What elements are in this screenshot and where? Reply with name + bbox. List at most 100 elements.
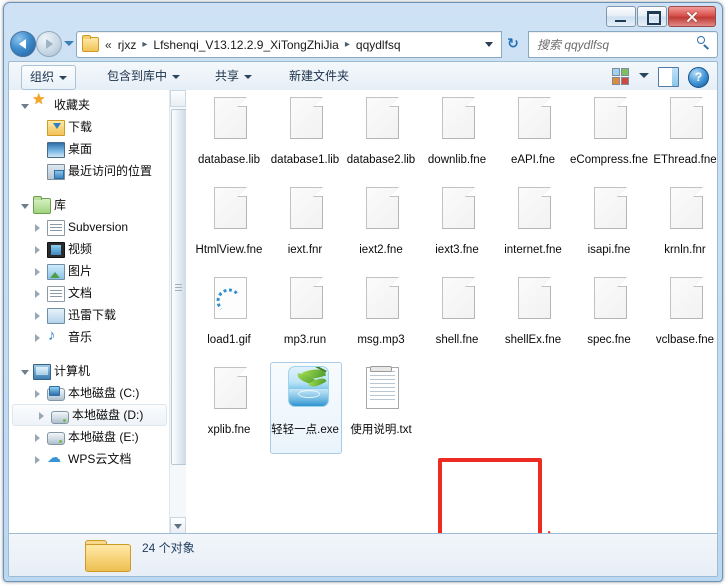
file-item[interactable]: database.lib [190, 95, 268, 167]
video-icon [47, 242, 65, 258]
sidebar-group-收藏夹[interactable]: 收藏夹 [9, 90, 170, 116]
sidebar-item-下载[interactable]: 下载 [9, 116, 170, 138]
sidebar-item-label: 迅雷下载 [68, 308, 117, 322]
sidebar-item-迅雷下载[interactable]: 迅雷下载 [9, 304, 170, 326]
sidebar-item-最近访问的位置[interactable]: 最近访问的位置 [9, 160, 170, 182]
file-item[interactable]: iext2.fne [342, 185, 420, 257]
blank-document-icon [358, 185, 404, 241]
sidebar-group-库[interactable]: 库 [9, 194, 170, 216]
file-name-label: mp3.run [283, 334, 327, 346]
file-item[interactable]: iext.fnr [266, 185, 344, 257]
chevron-right-icon[interactable] [35, 268, 40, 276]
file-item[interactable]: vclbase.fne [646, 275, 717, 347]
file-name-label: msg.mp3 [357, 334, 405, 346]
blank-document-icon [662, 185, 708, 241]
file-item[interactable]: krnln.fnr [646, 185, 717, 257]
explorer-window: « rjxz ▸ Lfshenqi_V13.12.2.9_XiTongZhiJi… [3, 2, 723, 582]
blank-document-icon [510, 185, 556, 241]
sidebar-item-文档[interactable]: 文档 [9, 282, 170, 304]
library-icon [33, 196, 51, 214]
file-item[interactable]: 轻轻一点.exe [266, 362, 344, 454]
chevron-right-icon[interactable] [35, 434, 40, 442]
chevron-right-icon[interactable] [35, 456, 40, 464]
chevron-down-icon[interactable] [21, 104, 29, 109]
thunder-download-icon [47, 308, 65, 324]
file-item[interactable]: spec.fne [570, 275, 648, 347]
scroll-up-button[interactable] [170, 90, 186, 107]
chevron-right-icon[interactable] [35, 312, 40, 320]
file-item[interactable]: eAPI.fne [494, 95, 572, 167]
sidebar-item-label: 音乐 [68, 330, 93, 344]
file-name-label: iext3.fne [435, 244, 479, 256]
file-item[interactable]: load1.gif [190, 275, 268, 347]
file-name-label: xplib.fne [207, 424, 251, 436]
file-item[interactable]: mp3.run [266, 275, 344, 347]
chevron-down-icon[interactable] [21, 370, 29, 375]
file-name-label: spec.fne [587, 334, 631, 346]
chevron-right-icon[interactable] [39, 412, 44, 420]
file-name-label: downlib.fne [427, 154, 487, 166]
sidebar-item-本地磁盘 (D:)[interactable]: 本地磁盘 (D:) [12, 404, 167, 426]
desktop-icon [47, 142, 65, 158]
blank-document-icon [434, 185, 480, 241]
scrollbar-thumb[interactable] [171, 109, 187, 465]
file-item[interactable]: iext3.fne [418, 185, 496, 257]
chevron-down-icon[interactable] [21, 204, 29, 209]
file-name-label: 轻轻一点.exe [271, 424, 339, 436]
sidebar-item-label: 本地磁盘 (C:) [68, 386, 140, 400]
sidebar-item-WPS云文档[interactable]: WPS云文档 [9, 446, 170, 470]
file-item[interactable]: internet.fne [494, 185, 572, 257]
sidebar-item-label: 本地磁盘 (E:) [68, 430, 139, 444]
sidebar-item-label: 本地磁盘 (D:) [72, 408, 144, 422]
file-item[interactable]: database2.lib [342, 95, 420, 167]
blank-document-icon [510, 275, 556, 331]
maximize-button[interactable] [637, 6, 667, 27]
chevron-right-icon[interactable] [35, 290, 40, 298]
text-document-icon [358, 365, 404, 421]
navigation-scrollbar[interactable] [169, 90, 187, 534]
leaf-water-app-icon [282, 365, 329, 421]
sidebar-item-视频[interactable]: 视频 [9, 238, 170, 260]
drive-icon [51, 411, 69, 424]
sidebar-item-桌面[interactable]: 桌面 [9, 138, 170, 160]
file-name-label: eCompress.fne [570, 154, 648, 166]
sidebar-item-图片[interactable]: 图片 [9, 260, 170, 282]
music-icon [47, 325, 61, 347]
sidebar-group-计算机[interactable]: 计算机 [9, 360, 170, 382]
file-item[interactable]: shell.fne [418, 275, 496, 347]
file-list-pane[interactable]: database.lib database1.lib database2.lib do… [186, 90, 718, 535]
file-item[interactable]: EThread.fne [646, 95, 717, 167]
sidebar-item-本地磁盘 (E:)[interactable]: 本地磁盘 (E:) [9, 426, 170, 448]
sidebar-group-label: 库 [54, 198, 67, 212]
blank-document-icon [586, 275, 632, 331]
documents-icon [47, 220, 65, 236]
close-button[interactable] [668, 6, 716, 27]
blank-document-icon [510, 95, 556, 151]
sidebar-item-音乐[interactable]: 音乐 [9, 325, 170, 348]
file-item[interactable]: HtmlView.fne [190, 185, 268, 257]
file-item[interactable]: xplib.fne [190, 365, 268, 437]
sidebar-item-Subversion[interactable]: Subversion [9, 216, 170, 238]
file-item[interactable]: downlib.fne [418, 95, 496, 167]
chevron-right-icon[interactable] [35, 390, 40, 398]
blank-document-icon [282, 185, 328, 241]
blank-document-icon [282, 275, 328, 331]
window-controls [605, 6, 716, 27]
file-item[interactable]: isapi.fne [570, 185, 648, 257]
file-item[interactable]: database1.lib [266, 95, 344, 167]
recent-places-icon [47, 164, 65, 180]
minimize-button[interactable] [606, 6, 636, 27]
sidebar-item-本地磁盘 (C:)[interactable]: 本地磁盘 (C:) [9, 382, 170, 404]
file-item[interactable]: eCompress.fne [570, 95, 648, 167]
scroll-down-button[interactable] [170, 517, 186, 534]
file-item[interactable]: shellEx.fne [494, 275, 572, 347]
file-item[interactable]: msg.mp3 [342, 275, 420, 347]
file-name-label: HtmlView.fne [195, 244, 263, 256]
file-name-label: shellEx.fne [504, 334, 562, 346]
chevron-right-icon[interactable] [35, 246, 40, 254]
blank-document-icon [434, 275, 480, 331]
navigation-pane: 收藏夹下载桌面最近访问的位置库 Subversion 视频图片文档迅雷下载音乐计算机… [8, 90, 187, 535]
chevron-right-icon[interactable] [35, 334, 40, 342]
file-item[interactable]: 使用说明.txt [342, 365, 420, 437]
chevron-right-icon[interactable] [35, 224, 40, 232]
